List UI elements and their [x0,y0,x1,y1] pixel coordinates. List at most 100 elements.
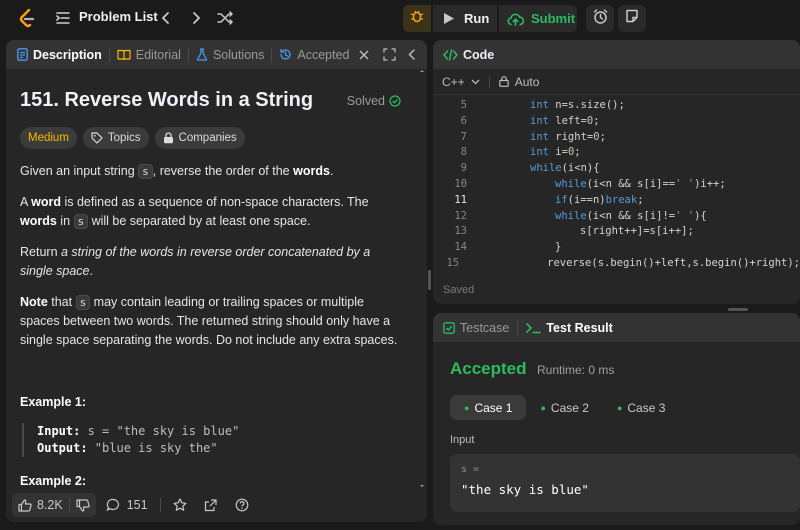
pass-dot-icon: ● [464,402,470,413]
result-tabbar: Testcase Test Result [433,313,800,342]
saved-status: Saved [443,284,475,296]
shuffle-icon[interactable] [215,8,235,28]
leetcode-logo-icon[interactable] [17,8,37,28]
horizontal-resize-handle[interactable] [728,308,748,311]
left-tabbar: Description Editorial Solutions Accepted [6,40,427,69]
description-scrollbar[interactable] [419,69,425,488]
tab-test-result[interactable]: Test Result [526,321,613,335]
thumbs-up-icon[interactable] [18,498,32,512]
example-input-label: Input: [37,424,81,438]
star-icon[interactable] [173,498,187,512]
code-line[interactable]: 13 s[right++]=s[i++]; [433,224,800,240]
line-number: 10 [454,177,467,190]
maximize-icon[interactable] [383,48,396,61]
line-number: 9 [460,162,467,175]
line-number: 6 [460,114,467,127]
line-number: 15 [446,256,460,269]
text: . [329,164,334,178]
collapse-panel-icon[interactable] [406,48,418,61]
line-code: int right=0; [530,130,606,143]
description-footer: 8.2K 151 [6,488,427,522]
case-tab-2[interactable]: ● Case 2 [526,395,602,420]
description-paragraph-4: Note that s may contain leading or trail… [20,293,405,350]
code-line[interactable]: 11 if(i==n)break; [433,193,800,209]
tab-solutions[interactable]: Solutions [196,40,264,69]
code-line[interactable]: 14} [433,240,800,256]
line-code: } [555,241,562,254]
code-line[interactable]: 10 while(i<n && s[i]==' ')i++; [433,177,800,193]
thumbs-down-icon[interactable] [76,498,90,512]
line-code: while(i<n){ [530,162,600,175]
code-editor[interactable]: 5 int n=s.size(); 6 int left=0; 7 int right=0… [433,98,800,272]
example-output-line: Output: "blue is sky the" [37,440,239,457]
line-number: 11 [454,193,467,206]
companies-button[interactable]: Companies [154,127,245,149]
document-icon [17,48,28,61]
italic-text: a string of the words in reverse order c… [20,245,371,278]
example-2-title: Example 2: [20,474,87,488]
code-line[interactable]: 8 int i=0; [433,145,800,161]
tab-editorial[interactable]: Editorial [117,40,181,69]
code-line[interactable]: 12 while(i<n && s[i]!=' '){ [433,209,800,225]
code-title: Code [463,47,495,62]
timer-button[interactable] [586,5,614,32]
text: . [89,264,93,278]
flask-icon [196,48,208,61]
help-icon[interactable] [235,498,249,512]
problem-list-icon[interactable] [55,10,71,26]
line-code: if(i==n)break; [555,193,644,206]
line-number: 7 [460,130,467,143]
chevron-down-icon [471,79,480,85]
tab-accepted[interactable]: Accepted [279,40,368,69]
solved-label: Solved [346,94,385,108]
debug-button[interactable] [403,5,431,32]
bold-text: Note [20,295,48,309]
lock-icon [498,76,509,87]
submit-button[interactable]: Submit [499,5,577,32]
line-number: 13 [454,225,467,238]
vertical-resize-handle[interactable] [428,270,431,290]
description-content: 151. Reverse Words in a String Solved Me… [6,69,427,488]
close-tab-icon[interactable] [359,50,369,60]
code-line[interactable]: 5 int n=s.size(); [433,98,800,114]
tab-testcase[interactable]: Testcase [443,321,509,335]
run-button[interactable]: Run [433,5,497,32]
problem-title: 151. Reverse Words in a String [20,89,314,111]
description-paragraph-2: A word is defined as a sequence of non-s… [20,193,405,231]
example-input-value: s = "the sky is blue" [80,424,240,438]
code-line[interactable]: 7 int right=0; [433,130,800,146]
code-line[interactable]: 15 reverse(s.begin()+left,s.begin()+right… [433,256,800,272]
bold-text: word [31,195,61,209]
code-line[interactable]: 6 int left=0; [433,114,800,130]
tab-divider [108,47,110,62]
like-dislike-group: 8.2K [12,493,96,517]
next-problem-icon[interactable] [186,8,206,28]
run-label: Run [464,11,490,26]
comments-count[interactable]: 151 [127,498,148,512]
tab-description[interactable]: Description [17,40,102,69]
inline-code: s [75,295,91,310]
text: in [56,214,74,228]
case-tab-1[interactable]: ● Case 1 [450,395,527,420]
notes-button[interactable] [618,5,646,32]
problem-list-label[interactable]: Problem List [79,9,158,24]
bold-text: words [20,214,57,228]
tab-editorial-label: Editorial [135,47,181,62]
topics-button[interactable]: Topics [82,127,149,149]
companies-label: Companies [178,132,237,144]
prev-problem-icon[interactable] [156,8,176,28]
tab-description-label: Description [33,47,102,62]
share-icon[interactable] [204,498,217,512]
line-number: 12 [454,209,467,222]
play-icon [443,12,455,25]
language-select[interactable]: C++ [442,75,480,89]
comment-icon[interactable] [106,498,120,512]
code-line[interactable]: 9 while(i<n){ [433,161,800,177]
line-code: reverse(s.begin()+left,s.begin()+right); [547,256,800,269]
tab-divider [187,47,189,62]
divider [68,498,70,512]
terminal-icon [526,322,542,334]
case-tab-3[interactable]: ● Case 3 [603,395,679,420]
example-output-label: Output: [37,441,88,455]
result-status: Accepted [450,359,527,378]
